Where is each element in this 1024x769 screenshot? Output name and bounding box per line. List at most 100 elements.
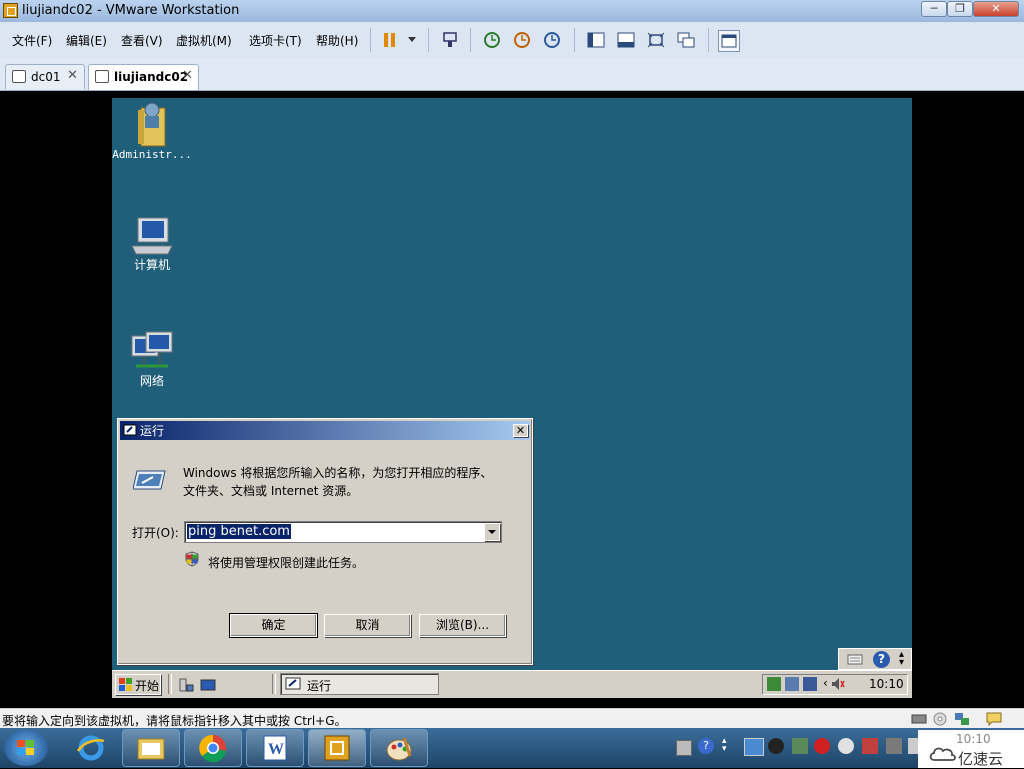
- full-screen-icon[interactable]: [646, 30, 666, 50]
- tray-icon[interactable]: [792, 738, 808, 754]
- toolbar-separator: [470, 28, 471, 52]
- tray-icon[interactable]: [744, 738, 764, 756]
- help-icon[interactable]: ?: [873, 651, 890, 668]
- show-desktop-icon[interactable]: [200, 677, 216, 693]
- tray-icon[interactable]: [908, 738, 918, 754]
- volume-icon[interactable]: [831, 677, 845, 691]
- internet-explorer-icon[interactable]: [62, 729, 120, 767]
- dropdown-arrow-button[interactable]: [484, 523, 500, 541]
- close-icon[interactable]: ✕: [67, 68, 78, 83]
- snapshot-manager-icon[interactable]: [542, 30, 562, 50]
- vmware-workstation-icon[interactable]: [308, 729, 366, 767]
- toolbar-separator: [428, 28, 429, 52]
- windows-logo-icon: [119, 678, 132, 691]
- close-icon[interactable]: ✕: [182, 68, 193, 83]
- tray-icon[interactable]: [814, 738, 830, 754]
- run-icon: [285, 677, 301, 690]
- desktop-icon-computer[interactable]: 计算机: [112, 216, 192, 273]
- host-start-orb[interactable]: [4, 730, 48, 766]
- power-dropdown-icon[interactable]: [402, 30, 422, 50]
- guest-clock: 10:10: [869, 677, 904, 691]
- taskbar-button-run[interactable]: 运行: [280, 673, 439, 695]
- status-text: 要将输入定向到该虚拟机，请将鼠标指针移入其中或按 Ctrl+G。: [2, 714, 347, 728]
- word-icon[interactable]: W: [246, 729, 304, 767]
- taskbar-divider: [168, 674, 172, 694]
- tray-icon[interactable]: [886, 738, 902, 754]
- window-titlebar: liujiandc02 - VMware Workstation ─ ❐ ✕: [0, 0, 1024, 23]
- tray-icon[interactable]: [862, 738, 878, 754]
- run-program-icon: [133, 470, 166, 490]
- vm-icon: [12, 70, 26, 83]
- menu-tabs[interactable]: 选项卡(T): [249, 32, 302, 49]
- language-bar-options-icon[interactable]: ▴ ▾: [722, 737, 727, 754]
- ok-button[interactable]: 确定: [229, 613, 318, 638]
- pause-icon[interactable]: [380, 30, 400, 50]
- watermark-area: 10:10 亿速云: [918, 730, 1024, 768]
- network-icon: [131, 331, 173, 368]
- toolbar-separator: [370, 28, 371, 52]
- hard-disk-icon[interactable]: [911, 712, 927, 726]
- show-thumbnail-bar-icon[interactable]: [616, 30, 636, 50]
- tray-icon[interactable]: [838, 738, 854, 754]
- start-button[interactable]: 开始: [115, 674, 161, 695]
- help-icon[interactable]: ?: [698, 738, 714, 754]
- chevron-down-icon: [488, 530, 496, 534]
- network-tray-icon[interactable]: [803, 677, 817, 691]
- file-explorer-icon[interactable]: [122, 729, 180, 767]
- toolbar-separator: [574, 28, 575, 52]
- desktop-icon-label: Administr...: [112, 148, 192, 161]
- start-label: 开始: [135, 679, 160, 693]
- console-view-icon[interactable]: [718, 30, 740, 52]
- cd-drive-icon[interactable]: [932, 712, 948, 726]
- tab-dc01[interactable]: dc01 ✕: [5, 64, 85, 89]
- open-combobox[interactable]: ping benet.com: [184, 521, 502, 543]
- run-dialog-close-button[interactable]: ✕: [513, 424, 528, 437]
- tray-arrow-icon[interactable]: ‹: [823, 676, 828, 690]
- menu-edit[interactable]: 编辑(E): [66, 32, 107, 49]
- browse-button[interactable]: 浏览(B)...: [419, 614, 506, 637]
- run-dialog-titlebar[interactable]: 运行 ✕: [120, 421, 530, 440]
- admin-note: 将使用管理权限创建此任务。: [208, 556, 365, 570]
- desktop-icon-network[interactable]: 网络: [112, 330, 192, 389]
- toolbar-separator: [708, 28, 709, 52]
- menu-vm[interactable]: 虚拟机(M): [176, 32, 232, 49]
- tray-icon[interactable]: [785, 677, 799, 691]
- keyboard-icon[interactable]: [847, 651, 863, 667]
- chrome-icon[interactable]: [184, 729, 242, 767]
- tab-label: liujiandc02: [114, 70, 189, 84]
- language-bar-options-icon[interactable]: ▴ ▾: [899, 650, 904, 668]
- watermark-text: 亿速云: [958, 750, 1004, 768]
- message-log-icon[interactable]: [986, 712, 1002, 727]
- send-ctrl-alt-del-icon[interactable]: [440, 30, 460, 50]
- desktop-icon-label: 计算机: [133, 258, 170, 272]
- vmware-status-bar: 要将输入定向到该虚拟机，请将鼠标指针移入其中或按 Ctrl+G。: [0, 708, 1024, 729]
- network-adapter-icon[interactable]: [954, 712, 970, 726]
- taskbar-divider: [272, 674, 276, 694]
- tab-liujiandc02[interactable]: liujiandc02 ✕: [88, 64, 199, 90]
- menu-help[interactable]: 帮助(H): [316, 32, 358, 49]
- snapshot-revert-icon[interactable]: [512, 30, 532, 50]
- tray-icon[interactable]: [767, 677, 781, 691]
- paint-icon[interactable]: [370, 729, 428, 767]
- menu-file[interactable]: 文件(F): [12, 32, 52, 49]
- desktop-icon-administrator[interactable]: Administr...: [112, 100, 192, 161]
- minimize-button[interactable]: ─: [921, 1, 947, 17]
- keyboard-icon[interactable]: [676, 740, 692, 756]
- desktop-icon-label: 网络: [139, 374, 164, 388]
- host-clock[interactable]: 10:10: [956, 732, 991, 746]
- maximize-button[interactable]: ❐: [947, 1, 973, 17]
- close-window-button[interactable]: ✕: [973, 1, 1019, 17]
- host-taskbar: W ? ▴ ▾ 10:10 亿速云: [0, 728, 1024, 768]
- run-description-line1: Windows 将根据您所输入的名称，为您打开相应的程序、: [183, 466, 493, 480]
- cancel-button[interactable]: 取消: [324, 614, 411, 637]
- menu-view[interactable]: 查看(V): [121, 32, 163, 49]
- tray-icon[interactable]: [768, 738, 784, 754]
- svg-text:W: W: [268, 741, 284, 758]
- unity-mode-icon[interactable]: [676, 30, 696, 50]
- show-library-icon[interactable]: [586, 30, 606, 50]
- open-input[interactable]: ping benet.com: [187, 524, 291, 539]
- windows-logo-icon: [17, 740, 34, 755]
- server-manager-icon[interactable]: [178, 677, 194, 693]
- snapshot-take-icon[interactable]: [482, 30, 502, 50]
- shield-icon: [185, 551, 199, 567]
